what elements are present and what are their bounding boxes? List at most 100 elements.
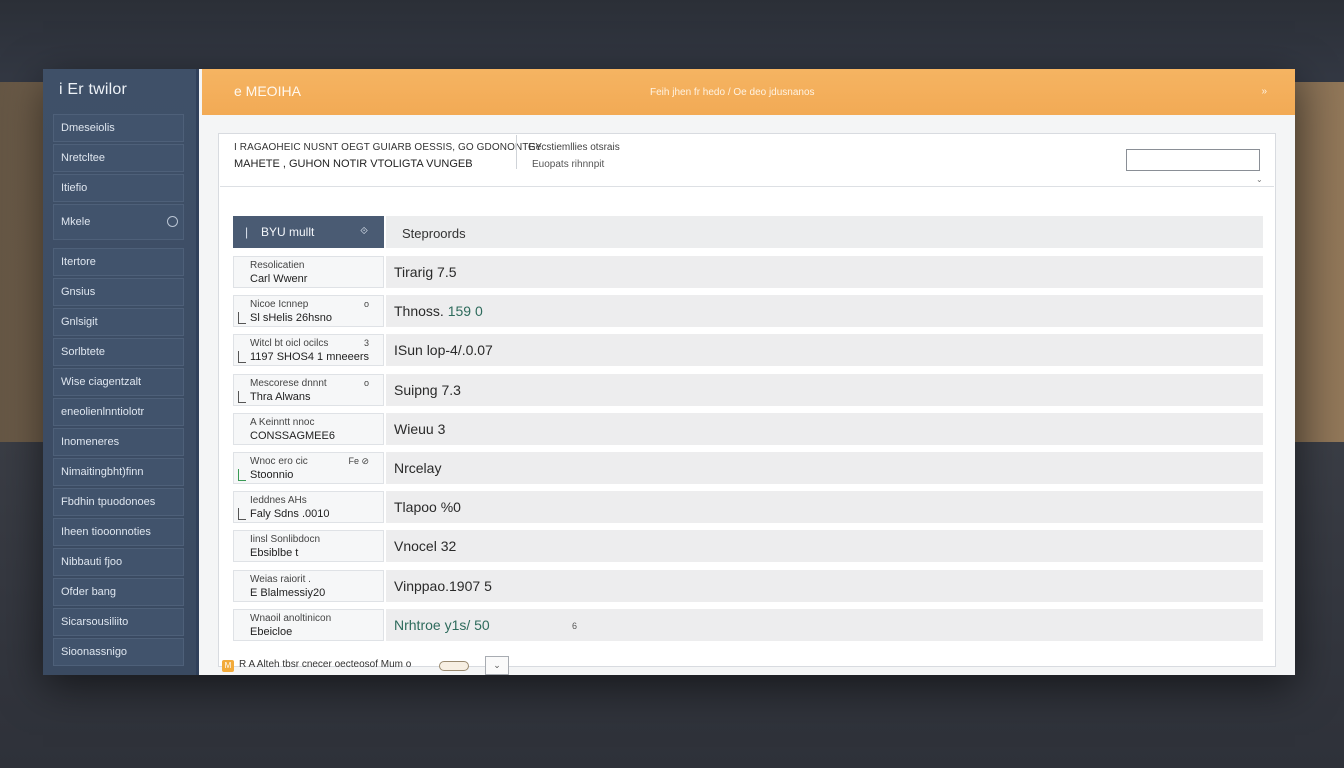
header-breadcrumb[interactable]: Feih jhen fr hedo / Oe deo jdusnanos [650,87,815,98]
row-value-text: Wieuu [394,420,434,437]
sidebar-item-4[interactable]: Mkele [53,204,184,240]
sidebar: i Er twilor Dmeseiolis Nretcltee Itiefio… [43,69,199,675]
row-key-top: Wnaoil anoltinicon [250,612,332,624]
row-key-bottom: Stoonnio [250,468,294,481]
table-row[interactable]: Wnaoil anoltinicon Ebeicloe Nrhtroe y1s/… [233,608,1263,641]
table-row[interactable]: A Keinntt nnoc CONSSAGMEE6 Wieuu 3 [233,412,1263,445]
sidebar-item-11[interactable]: Inomeneres [53,428,184,456]
app-window: i Er twilor Dmeseiolis Nretcltee Itiefio… [43,69,1295,675]
row-value-text: Vinppao.1907 [394,577,481,594]
sort-icon[interactable]: ⟐ [360,216,368,248]
row-value-number: 7.5 [437,264,457,280]
toggle-switch[interactable] [439,661,469,671]
sidebar-item-16[interactable]: Ofder bang [53,578,184,606]
row-value-cell: Tlapoo %0 [386,491,1263,524]
row-value-number: %0 [440,499,461,516]
bracket-icon [238,508,246,521]
row-value-text: Vnocel [394,538,437,555]
row-key-top: Mescorese dnnnt [250,377,327,389]
info-right-1: Gecstiemllies otsrais [528,142,620,153]
sidebar-item-12[interactable]: Nimaitingbht)finn [53,458,184,486]
bracket-icon [238,312,246,325]
row-key-cell: Ieddnes AHs Faly Sdns .0010 [233,491,384,524]
row-marker: Fe ⊘ [348,455,369,466]
table-row[interactable]: Weias raiorit . E Blalmessiy20 Vinppao.1… [233,569,1263,602]
column-header-right[interactable]: Steproords [386,216,1263,248]
check-icon [238,468,246,481]
row-key-cell: Nicoe Icnnep Sl sHelis 26hsno o [233,295,384,328]
sidebar-item-15[interactable]: Nibbauti fjoo [53,548,184,576]
column-header-left[interactable]: | BYU mullt ⟐ [233,216,384,248]
table-row[interactable]: Wnoc ero cic Stoonnio Fe ⊘ Nrcelay [233,451,1263,484]
row-value-text: Tirarig [394,264,434,280]
sidebar-item-3[interactable]: Itiefio [53,174,184,202]
table-row[interactable]: Witcl bt oicl ocilcs 1197 SHOS4 1 mneeer… [233,334,1263,367]
footer-text: R A Alteh tbsr cnecer oecteosof Mum o [239,659,412,670]
table-row[interactable]: Mescorese dnnnt Thra Alwans o Suipng 7.3 [233,373,1263,406]
clock-icon [167,216,178,227]
info-line-1: I RAGAOHEIC NUSNT OEGT GUIARB OESSIS, GO… [234,142,543,153]
header-bar: e MEOIHA Feih jhen fr hedo / Oe deo jdus… [202,69,1295,115]
table-row[interactable]: Nicoe Icnnep Sl sHelis 26hsno o Thnoss. … [233,295,1263,328]
sidebar-item-17[interactable]: Sicarsousiliito [53,608,184,636]
row-key-cell: Witcl bt oicl ocilcs 1197 SHOS4 1 mneeer… [233,334,384,367]
info-divider [516,135,517,169]
row-value-cell: Vnocel 32 [386,530,1263,563]
row-key-bottom: Thra Alwans [250,390,311,403]
row-value-text: Nrhtroe [394,616,441,633]
row-key-bottom: Carl Wwenr [250,273,308,285]
row-key-top: Wnoc ero cic [250,455,308,467]
bracket-icon [238,390,246,403]
row-key-top: Ieddnes AHs [250,495,307,507]
table-row[interactable]: Iinsl Sonlibdocn Ebsiblbe t Vnocel 32 [233,530,1263,563]
row-key-bottom: CONSSAGMEE6 [250,429,335,442]
row-key-top: Witcl bt oicl ocilcs [250,338,329,350]
sidebar-item-6[interactable]: Gnsius [53,278,184,306]
row-value-number: 32 [440,538,457,555]
app-badge-icon: M [222,660,234,672]
row-value-text: Nrcelay [394,459,442,476]
row-value-text: Suipng [394,381,438,398]
header-title: e MEOIHA [234,83,301,99]
sidebar-list: Dmeseiolis Nretcltee Itiefio Mkele Itert… [53,114,184,668]
row-key-bottom: Faly Sdns .0010 [250,508,330,521]
sidebar-item-9[interactable]: Wise ciagentzalt [53,368,184,396]
row-key-cell: Mescorese dnnnt Thra Alwans o [233,373,384,406]
collapse-icon[interactable]: » [1261,86,1267,97]
info-right-2: Euopats rihnnpit [532,159,605,170]
info-line-2: MAHETE , GUHON NOTIR VTOLIGTA VUNGEB [234,158,473,170]
sidebar-item-13[interactable]: Fbdhin tpuodonoes [53,488,184,516]
row-key-bottom: Ebeicloe [250,625,293,638]
sidebar-item-14[interactable]: Iheen tiooonnoties [53,518,184,546]
footer-dropdown-button[interactable]: ⌄ [485,656,509,675]
row-value-number: 159 0 [447,303,483,320]
row-key-top: Nicoe Icnnep [250,299,309,311]
row-value-cell: Wieuu 3 [386,412,1263,445]
table-row[interactable]: Resolicatien Carl Wwenr Tirarig 7.5 [233,256,1263,288]
content-panel: I RAGAOHEIC NUSNT OEGT GUIARB OESSIS, GO… [218,133,1276,667]
search-input[interactable] [1126,149,1260,171]
row-key-bottom: E Blalmessiy20 [250,586,326,599]
row-marker: 3 [363,338,369,349]
sidebar-item-10[interactable]: eneolienlnntiolotr [53,398,184,426]
sidebar-item-5[interactable]: Itertore [53,248,184,276]
sidebar-item-7[interactable]: Gnlsigit [53,308,184,336]
column-header-label: BYU mullt [261,225,315,239]
row-value-tail: 6 [572,620,578,631]
table-row[interactable]: Ieddnes AHs Faly Sdns .0010 Tlapoo %0 [233,491,1263,524]
row-value-number: y1s/ 50 [444,616,490,633]
row-key-cell: Wnoc ero cic Stoonnio Fe ⊘ [233,451,384,484]
sidebar-item-label: Mkele [61,216,91,228]
sidebar-item-1[interactable]: Dmeseiolis [53,114,184,142]
row-key-cell: Weias raiorit . E Blalmessiy20 [233,569,384,602]
row-key-top: Weias raiorit . [250,573,311,585]
sidebar-item-8[interactable]: Sorlbtete [53,338,184,366]
row-key-top: A Keinntt nnoc [250,416,315,428]
sidebar-item-2[interactable]: Nretcltee [53,144,184,172]
row-value-cell: ISun lop-4/.0.07 [386,334,1263,367]
chevron-down-icon[interactable]: ⌄ [1256,175,1264,184]
row-value-cell: Nrhtroe y1s/ 50 6 [386,608,1263,641]
sidebar-item-18[interactable]: Sioonassnigo [53,638,184,666]
row-marker: o [363,299,369,310]
info-box: I RAGAOHEIC NUSNT OEGT GUIARB OESSIS, GO… [220,135,1274,187]
